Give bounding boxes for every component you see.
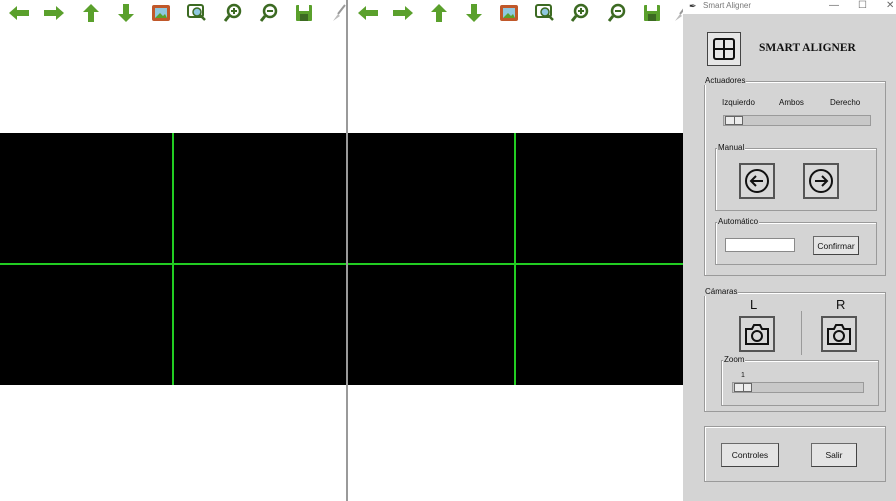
automatico-group: Automático Confirmar xyxy=(715,217,877,265)
slider-thumb[interactable] xyxy=(725,116,743,125)
actuador-selector-slider[interactable] xyxy=(723,115,871,126)
app-title: SMART ALIGNER xyxy=(759,42,856,54)
crosshair-horizontal xyxy=(0,263,346,265)
right-camera-button[interactable] xyxy=(821,316,857,352)
arrow-up-icon[interactable] xyxy=(78,2,104,24)
zoom-out-icon[interactable] xyxy=(604,2,630,24)
arrow-right-icon[interactable] xyxy=(390,2,416,24)
zoom-out-icon[interactable] xyxy=(256,2,282,24)
window-title: Smart Aligner xyxy=(703,1,752,10)
crosshair-vertical xyxy=(514,133,516,385)
slider-thumb[interactable] xyxy=(734,383,752,392)
automatico-legend: Automático xyxy=(717,217,760,226)
arrow-down-icon[interactable] xyxy=(113,2,139,24)
zoom-legend: Zoom xyxy=(723,355,746,364)
ambos-label: Ambos xyxy=(779,98,804,107)
arrow-down-icon[interactable] xyxy=(461,2,487,24)
right-camera-pane xyxy=(348,0,683,501)
minimize-button[interactable]: — xyxy=(829,0,839,11)
izquierdo-label: Izquierdo xyxy=(722,98,755,107)
zoom-group: Zoom 1 xyxy=(721,355,879,406)
right-toolbar xyxy=(348,0,683,26)
brush-icon[interactable] xyxy=(668,2,683,24)
right-camera-letter: R xyxy=(836,297,846,312)
zoom-region-icon[interactable] xyxy=(532,2,558,24)
zoom-in-icon[interactable] xyxy=(220,2,246,24)
left-toolbar xyxy=(0,0,346,26)
arrow-left-icon[interactable] xyxy=(355,2,381,24)
brush-icon[interactable] xyxy=(326,2,346,24)
arrow-right-icon[interactable] xyxy=(41,2,67,24)
confirmar-button[interactable]: Confirmar xyxy=(813,236,859,255)
automatico-input[interactable] xyxy=(725,238,795,252)
zoom-region-icon[interactable] xyxy=(184,2,210,24)
camaras-group: Cámaras L R Zoom 1 xyxy=(704,287,886,412)
derecho-label: Derecho xyxy=(830,98,861,107)
zoom-value-label: 1 xyxy=(741,372,745,379)
zoom-in-icon[interactable] xyxy=(567,2,593,24)
feather-icon: ✒ xyxy=(689,1,697,11)
camera-icon xyxy=(827,324,851,345)
actuadores-legend: Actuadores xyxy=(704,76,747,85)
image-icon[interactable] xyxy=(496,2,522,24)
actuadores-group: Actuadores Izquierdo Ambos Derecho Manua… xyxy=(704,76,886,276)
right-camera-feed xyxy=(348,133,683,385)
arrow-left-icon[interactable] xyxy=(6,2,32,24)
image-icon[interactable] xyxy=(148,2,174,24)
save-icon[interactable] xyxy=(291,2,317,24)
crosshair-horizontal xyxy=(348,263,683,265)
arrow-up-icon[interactable] xyxy=(426,2,452,24)
manual-legend: Manual xyxy=(717,143,746,152)
zoom-slider[interactable] xyxy=(732,382,864,393)
camaras-legend: Cámaras xyxy=(704,287,739,296)
window-titlebar[interactable]: ✒ Smart Aligner — ☐ ✕ xyxy=(683,0,896,14)
manual-group: Manual xyxy=(715,143,877,211)
close-button[interactable]: ✕ xyxy=(886,0,894,11)
left-camera-button[interactable] xyxy=(739,316,775,352)
move-right-button[interactable] xyxy=(803,163,839,199)
footer-group: Controles Salir xyxy=(704,426,886,482)
grid-logo-icon[interactable] xyxy=(707,32,741,66)
left-camera-pane xyxy=(0,0,346,501)
camera-icon xyxy=(745,324,769,345)
left-camera-letter: L xyxy=(750,297,758,312)
save-icon[interactable] xyxy=(639,2,665,24)
arrow-circle-right-icon xyxy=(809,169,833,193)
maximize-button[interactable]: ☐ xyxy=(858,0,867,11)
arrow-circle-left-icon xyxy=(745,169,769,193)
salir-button[interactable]: Salir xyxy=(811,443,857,467)
move-left-button[interactable] xyxy=(739,163,775,199)
crosshair-vertical xyxy=(172,133,174,385)
smart-aligner-window: ✒ Smart Aligner — ☐ ✕ SMART ALIGNER Actu… xyxy=(683,0,896,501)
controles-button[interactable]: Controles xyxy=(721,443,779,467)
left-camera-feed xyxy=(0,133,346,385)
cameras-separator xyxy=(801,311,802,355)
